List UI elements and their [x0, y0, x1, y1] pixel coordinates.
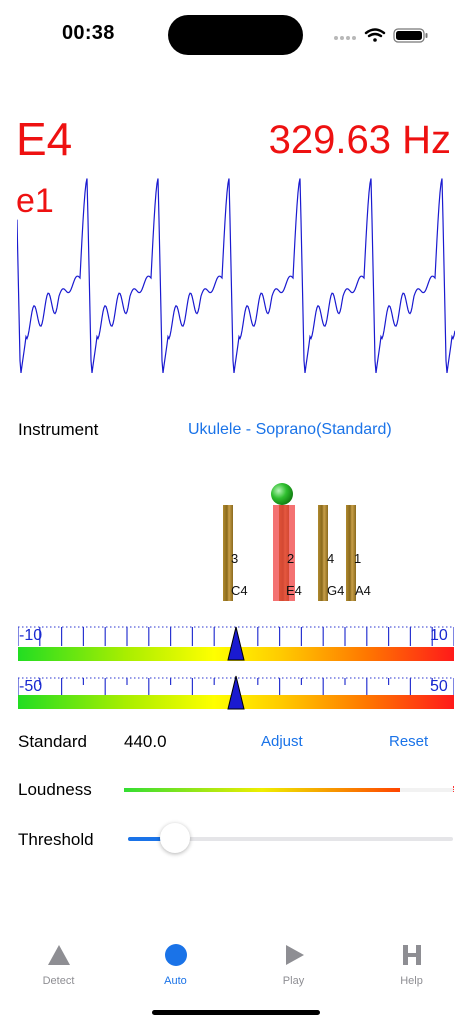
tab-detect[interactable]: Detect	[0, 940, 117, 987]
tab-label: Detect	[42, 975, 75, 987]
coarse-meter-needle-icon	[227, 675, 245, 710]
tab-auto[interactable]: Auto	[117, 940, 234, 987]
waveform-line	[17, 178, 455, 373]
reset-button[interactable]: Reset	[389, 733, 428, 750]
string-number: 2	[287, 551, 295, 566]
play-icon	[285, 945, 304, 965]
string-note: E4	[286, 583, 302, 598]
tab-label: Auto	[164, 975, 187, 987]
help-h-icon	[402, 945, 421, 965]
string-note: C4	[231, 583, 248, 598]
tab-help[interactable]: Help	[353, 940, 470, 987]
circle-icon	[164, 944, 187, 966]
helmholtz-note: e1	[16, 182, 54, 220]
tab-label: Help	[400, 975, 423, 987]
loudness-peak-marker	[453, 786, 456, 792]
coarse-meter-max: 50	[430, 678, 448, 695]
loudness-label: Loudness	[18, 780, 92, 799]
instrument-selector[interactable]: Ukulele - Soprano(Standard)	[188, 421, 392, 439]
string-note: A4	[355, 583, 371, 598]
tab-label: Play	[282, 975, 305, 987]
tab-play[interactable]: Play	[235, 940, 352, 987]
loudness-level-bar	[124, 788, 400, 792]
status-time: 00:38	[62, 22, 115, 44]
status-icons	[334, 28, 428, 43]
string-number: 3	[231, 551, 239, 566]
battery-icon	[393, 28, 428, 43]
standard-value: 440.0	[124, 732, 167, 751]
home-indicator	[152, 1010, 320, 1015]
string-number: 1	[354, 551, 362, 566]
fine-meter-min: -10	[19, 627, 43, 644]
adjust-button[interactable]: Adjust	[261, 733, 303, 750]
fine-meter-needle-icon	[227, 626, 245, 661]
triangle-icon	[47, 945, 70, 965]
instrument-label: Instrument	[18, 420, 99, 439]
coarse-meter-min: -50	[19, 678, 43, 695]
wifi-icon	[364, 28, 386, 42]
dynamic-island	[168, 15, 303, 55]
waveform-display	[17, 178, 455, 373]
string-note: G4	[327, 583, 345, 598]
threshold-label: Threshold	[18, 830, 94, 849]
threshold-slider-thumb[interactable]	[160, 823, 190, 853]
frequency-value: 329.63	[268, 118, 391, 162]
standard-label: Standard	[18, 732, 87, 751]
signal-icon	[334, 36, 356, 40]
frequency-readout: 329.63 Hz	[269, 118, 451, 163]
active-string-ball-icon	[271, 483, 293, 505]
string-number: 4	[327, 551, 335, 566]
fine-meter-max: 10	[430, 627, 448, 644]
frequency-unit: Hz	[402, 118, 451, 162]
detected-note: E4	[16, 113, 73, 165]
